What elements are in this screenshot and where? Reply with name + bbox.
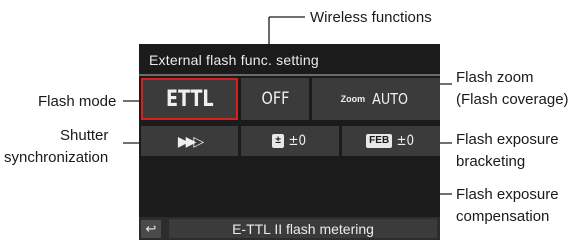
fec-callout-line2: compensation [456, 208, 550, 225]
metering-mode-label: E-TTL II flash metering [169, 219, 437, 238]
title-separator [139, 74, 440, 76]
bottom-bar: ↩ E-TTL II flash metering [139, 217, 440, 240]
camera-screen: External flash func. setting ETTL OFF Zo… [139, 44, 440, 240]
shutter-callout-line2: synchronization [4, 149, 109, 166]
wireless-value: OFF [261, 89, 289, 109]
shutter-callout-line1: Shutter [60, 127, 109, 144]
zoom-callout-line1: Flash zoom [456, 69, 534, 86]
shutter-sync-cell[interactable]: ▶▶▷ [141, 126, 238, 156]
fec-value: ±0 [288, 133, 307, 149]
feb-icon: FEB [366, 134, 393, 148]
flash-mode-callout: Flash mode [38, 93, 117, 110]
fec-cell[interactable]: ± ±0 [241, 126, 339, 156]
back-button[interactable]: ↩ [141, 220, 161, 238]
return-icon: ↩ [145, 221, 157, 236]
zoom-prefix: Zoom [340, 94, 366, 104]
feb-cell[interactable]: FEB ±0 [342, 126, 440, 156]
flash-mode-value: ETTL [165, 86, 214, 112]
wireless-callout: Wireless functions [310, 9, 432, 26]
second-curtain-sync-icon: ▶▶▷ [177, 132, 204, 149]
zoom-callout-line2: (Flash coverage) [456, 91, 569, 108]
feb-callout-line1: Flash exposure [456, 131, 559, 148]
screen-title: External flash func. setting [149, 52, 319, 68]
zoom-cell[interactable]: Zoom AUTO [312, 78, 440, 120]
fec-callout-line1: Flash exposure [456, 186, 559, 203]
feb-callout-line2: bracketing [456, 153, 526, 170]
zoom-value: AUTO [372, 90, 409, 108]
feb-value: ±0 [396, 133, 415, 149]
flash-mode-cell[interactable]: ETTL [141, 78, 238, 120]
flash-compensation-icon: ± [272, 134, 284, 148]
wireless-cell[interactable]: OFF [241, 78, 309, 120]
